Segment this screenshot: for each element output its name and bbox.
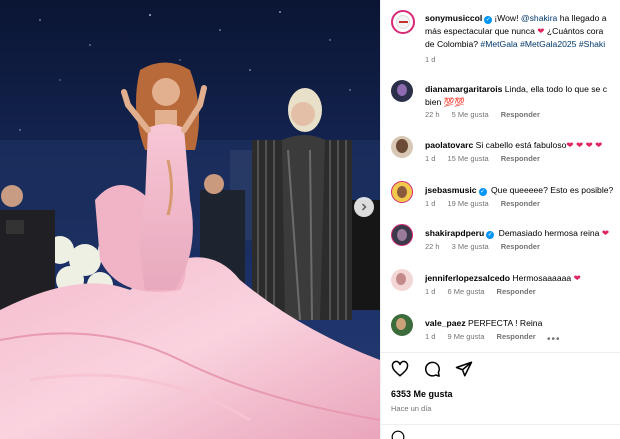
reply-button[interactable]: Responder: [501, 242, 540, 251]
comment-username[interactable]: dianamargaritarois: [425, 84, 502, 94]
caption-part: ¡Wow!: [494, 13, 521, 23]
divider: [381, 352, 620, 353]
hearts-emoji: ❤ ❤ ❤ ❤: [566, 140, 603, 150]
comment-body: Si cabello está fabuloso: [475, 140, 567, 150]
comment-meta: 1 d 6 Me gusta Responder: [425, 287, 548, 296]
caption-text: sonymusiccol ✓ ¡Wow! @shakira ha llegado a…: [425, 12, 620, 51]
comment-body: Hermosaaaaaa: [512, 273, 572, 283]
caption-part: más espectacular que nunca: [425, 26, 538, 36]
caption-part: ha llegado a: [557, 13, 607, 23]
comment-item: shakirapdperu ✓ Demasiado hermosa reina ❤…: [381, 224, 620, 264]
chevron-right-icon: [362, 203, 367, 211]
comment-item: jenniferlopezsalcedo Hermosaaaaaa ❤ 1 d 6…: [381, 269, 620, 309]
reply-button[interactable]: Responder: [497, 332, 536, 341]
mention-link[interactable]: @shakira: [521, 13, 557, 23]
avatar[interactable]: [391, 269, 413, 291]
post-photo[interactable]: [0, 0, 380, 439]
post-timestamp: Hace un día: [391, 404, 432, 413]
comment-likes[interactable]: 9 Me gusta: [447, 332, 484, 341]
caption-part: ¿Cuántos cora: [546, 26, 604, 36]
caption-part: de Colombia?: [425, 39, 481, 49]
comment-likes[interactable]: 5 Me gusta: [452, 110, 489, 119]
comment-username[interactable]: paolatovarc: [425, 140, 473, 150]
comment-bubble-icon[interactable]: [423, 360, 441, 378]
avatar[interactable]: [391, 314, 413, 336]
comment-meta: 1 d 9 Me gusta Responder: [425, 332, 548, 341]
comment-meta: 1 d 15 Me gusta Responder: [425, 154, 552, 163]
comment-username[interactable]: jsebasmusic: [425, 185, 477, 195]
carousel-next-button[interactable]: [354, 197, 374, 217]
comment-username[interactable]: shakirapdperu: [425, 228, 484, 238]
comment-time: 1 d: [425, 154, 436, 163]
heart-emoji: ❤: [601, 228, 610, 238]
avatar[interactable]: [391, 136, 413, 158]
comment-likes[interactable]: 6 Me gusta: [447, 287, 484, 296]
author-avatar[interactable]: [391, 10, 415, 34]
comment-text: shakirapdperu ✓ Demasiado hermosa reina ❤: [425, 227, 620, 240]
comment-time: 22 h: [425, 110, 440, 119]
comment-time: 22 h: [425, 242, 440, 251]
comment-time: 1 d: [425, 287, 436, 296]
post-details-panel: sonymusiccol ✓ ¡Wow! @shakira ha llegado a…: [380, 0, 620, 439]
comment-text: dianamargaritarois Linda, ella todo lo q…: [425, 83, 620, 109]
reply-button[interactable]: Responder: [497, 287, 536, 296]
comment-item: paolatovarc Si cabello está fabuloso❤ ❤ …: [381, 136, 620, 176]
photo-illustration: [0, 0, 380, 439]
like-heart-icon[interactable]: [391, 360, 409, 378]
comment-text: jenniferlopezsalcedo Hermosaaaaaa ❤: [425, 272, 620, 285]
comment-likes[interactable]: 19 Me gusta: [447, 199, 488, 208]
share-send-icon[interactable]: [455, 360, 473, 378]
author-username[interactable]: sonymusiccol: [425, 13, 482, 23]
comment-body-cont: bien 💯💯: [425, 97, 466, 107]
comment-text: vale_paez PERFECTA ! Reina: [425, 317, 620, 330]
likes-count[interactable]: 6353 Me gusta: [391, 389, 453, 399]
avatar[interactable]: [391, 224, 413, 246]
emoji-icon[interactable]: [391, 430, 407, 439]
heart-emoji: ❤: [537, 26, 545, 36]
comment-meta: 1 d 19 Me gusta Responder: [425, 199, 552, 208]
comment-body: Demasiado hermosa reina: [498, 228, 600, 238]
avatar[interactable]: [391, 181, 413, 203]
comment-item: dianamargaritarois Linda, ella todo lo q…: [381, 80, 620, 124]
verified-badge-icon: ✓: [478, 188, 487, 196]
comment-time: 1 d: [425, 199, 436, 208]
comment-text: jsebasmusic ✓ Que queeeee? Esto es posibl…: [425, 184, 620, 197]
verified-badge-icon: ✓: [486, 231, 495, 239]
hashtag-links[interactable]: #MetGala #MetGala2025 #Shaki: [480, 39, 605, 49]
comment-meta: 22 h 5 Me gusta Responder: [425, 110, 552, 119]
reply-button[interactable]: Responder: [501, 110, 540, 119]
reply-button[interactable]: Responder: [501, 199, 540, 208]
comment-body: Que queeeee? Esto es posible?: [490, 185, 614, 195]
caption-time: 1 d: [425, 55, 436, 64]
comment-time: 1 d: [425, 332, 436, 341]
comment-body: PERFECTA ! Reina: [468, 318, 543, 328]
comment-likes[interactable]: 3 Me gusta: [452, 242, 489, 251]
reply-button[interactable]: Responder: [501, 154, 540, 163]
comment-meta: 22 h 3 Me gusta Responder: [425, 242, 552, 251]
comment-username[interactable]: vale_paez: [425, 318, 466, 328]
more-options-icon[interactable]: •••: [547, 334, 561, 345]
comment-text: paolatovarc Si cabello está fabuloso❤ ❤ …: [425, 139, 620, 152]
post-actions: [391, 360, 473, 378]
divider: [381, 424, 620, 425]
comment-item: vale_paez PERFECTA ! Reina 1 d 9 Me gusta…: [381, 314, 620, 354]
verified-badge-icon: ✓: [484, 16, 493, 24]
comment-likes[interactable]: 15 Me gusta: [447, 154, 488, 163]
avatar[interactable]: [391, 80, 413, 102]
heart-emoji: ❤: [573, 273, 581, 283]
comment-item: jsebasmusic ✓ Que queeeee? Esto es posibl…: [381, 181, 620, 221]
comment-body: Linda, ella todo lo que se c: [504, 84, 608, 94]
comment-username[interactable]: jenniferlopezsalcedo: [425, 273, 510, 283]
